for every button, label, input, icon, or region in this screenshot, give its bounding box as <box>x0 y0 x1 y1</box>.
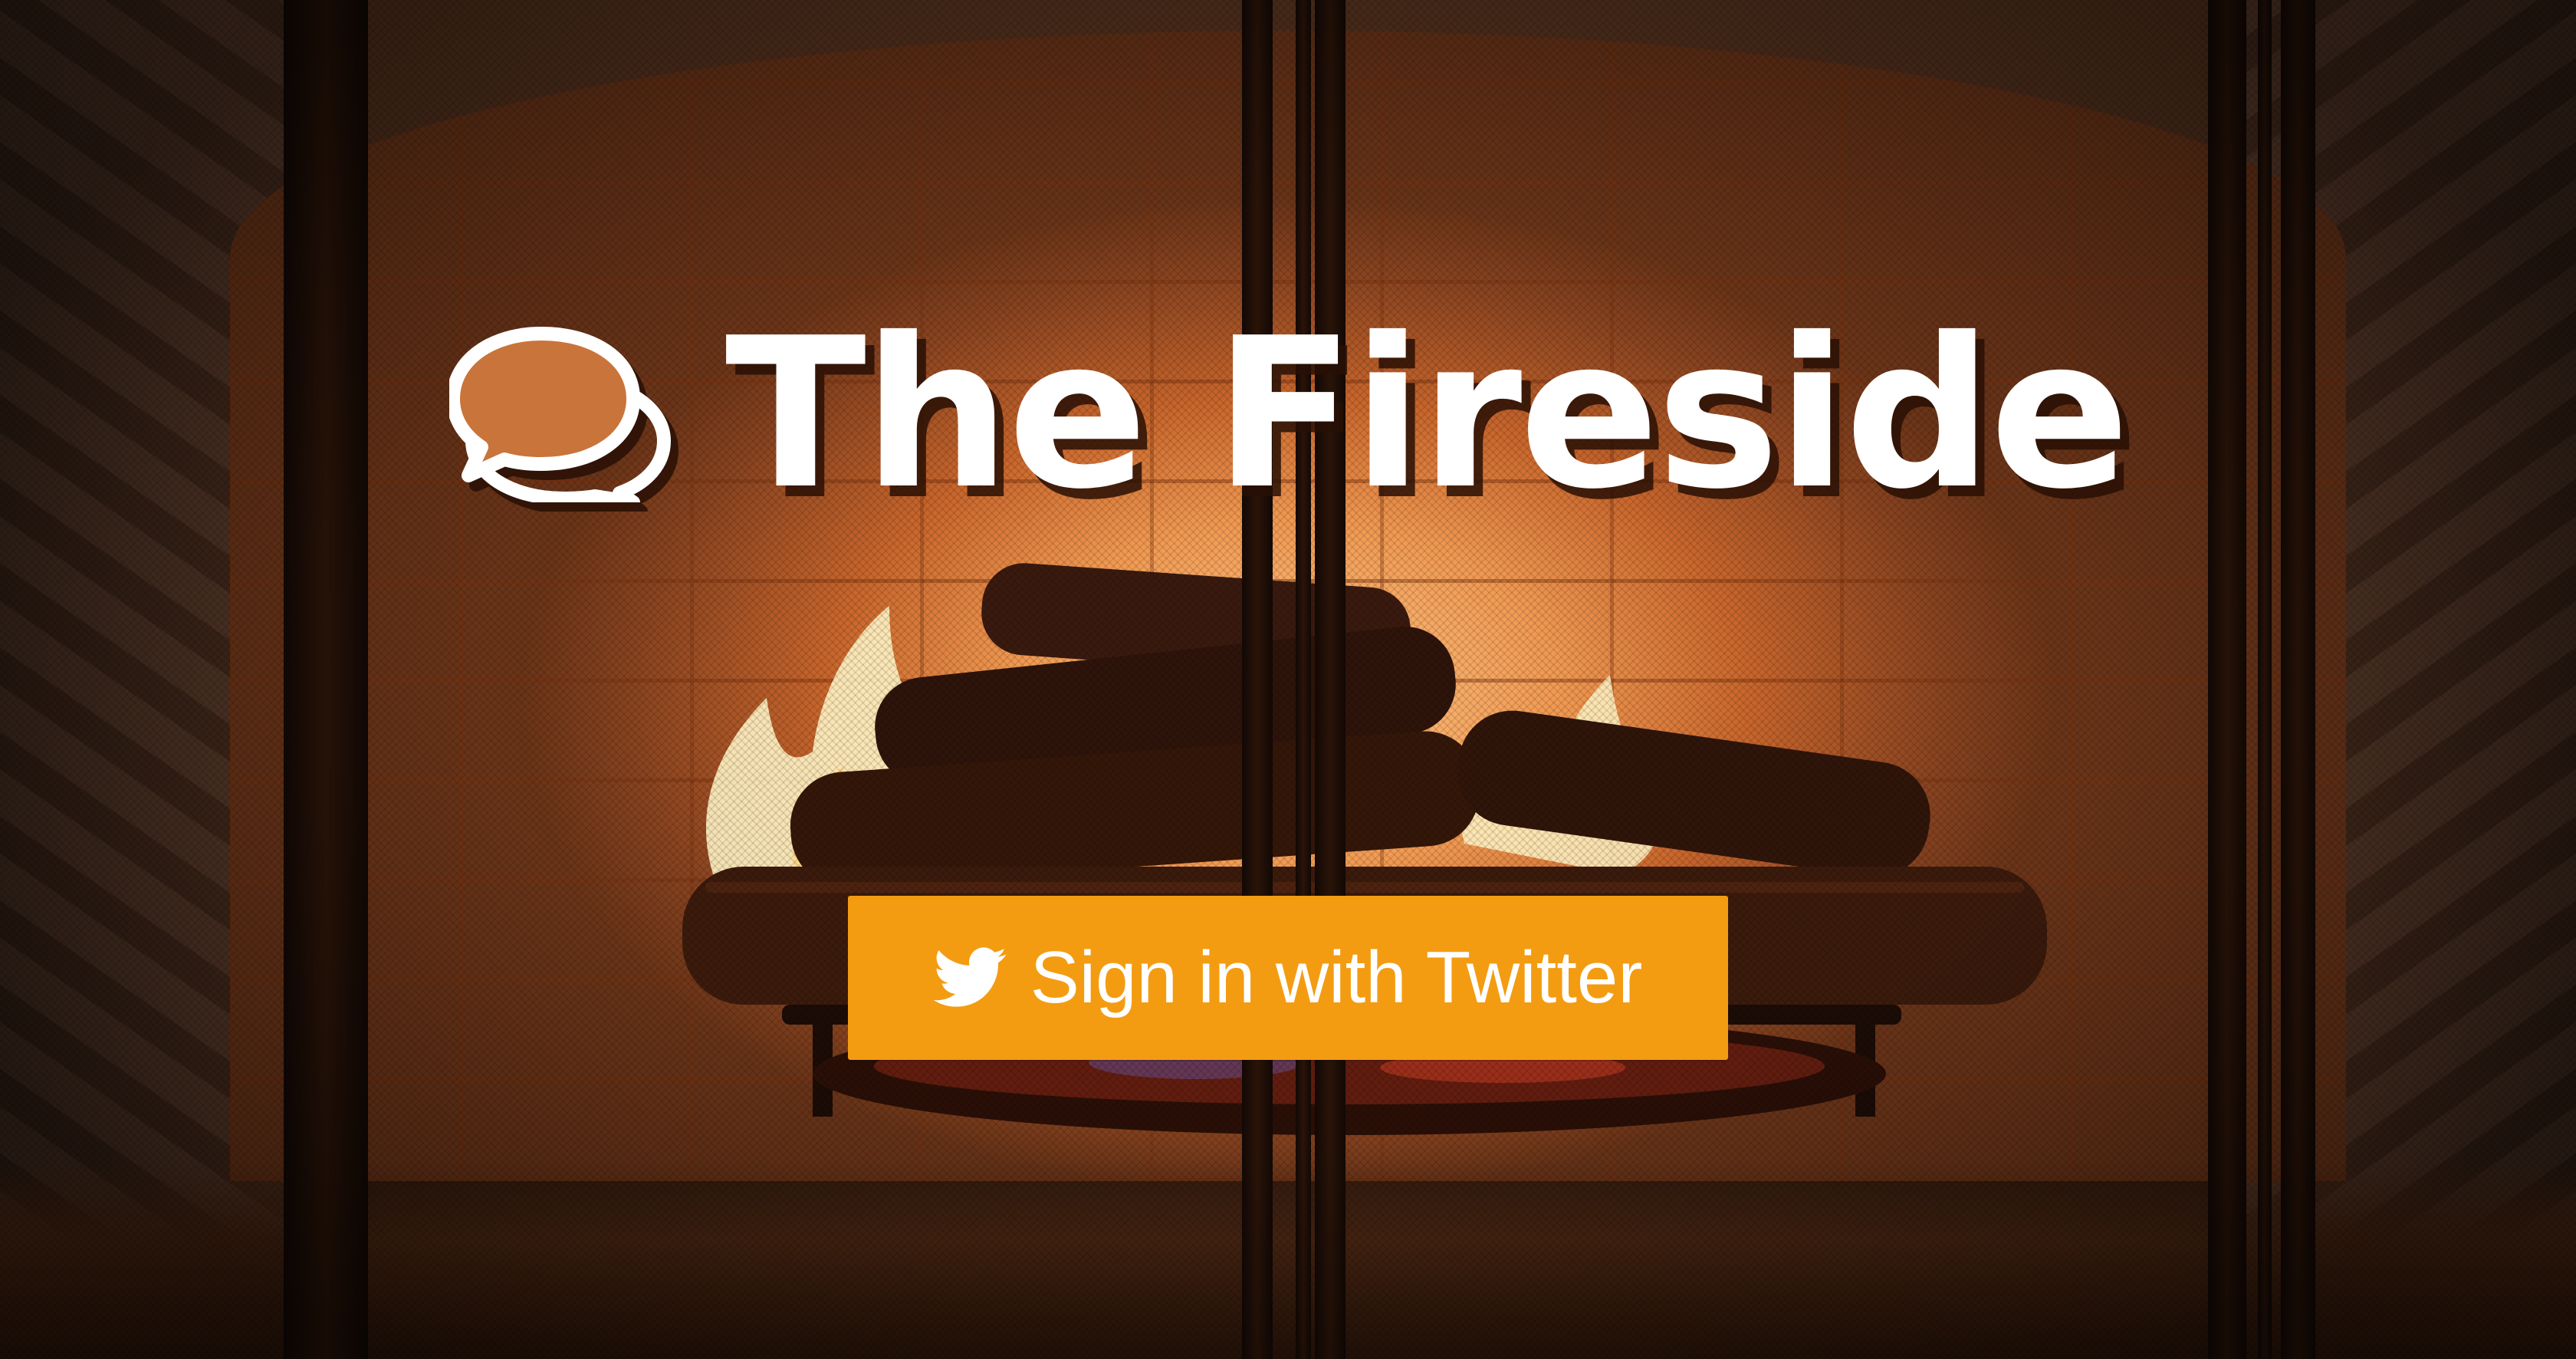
page-title: The Fireside <box>724 293 2130 535</box>
fireplace-background <box>0 0 2576 1359</box>
twitter-bird-icon <box>933 947 1007 1007</box>
sign-in-with-twitter-button[interactable]: Sign in with Twitter <box>848 896 1728 1060</box>
vignette-overlay <box>0 0 2576 1359</box>
landing-page: The Fireside Sign in with Twitter <box>0 0 2576 1359</box>
sign-in-button-label: Sign in with Twitter <box>1030 936 1643 1018</box>
hero-header: The Fireside <box>0 307 2576 522</box>
chat-bubbles-icon <box>449 327 671 502</box>
